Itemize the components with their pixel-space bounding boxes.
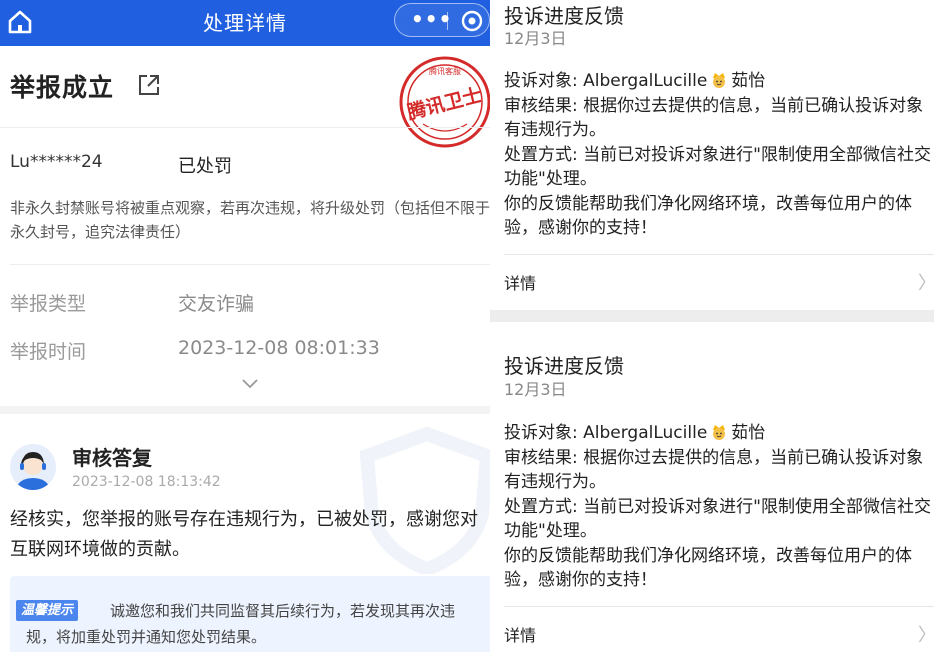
review-reply-title: 审核答复 — [72, 446, 152, 470]
feedback-divider — [504, 254, 934, 255]
record-target-icon[interactable] — [461, 10, 483, 32]
warm-tip-text: 诚邀您和我们共同监督其后续行为，若发现其再次违规，将加重处罚并通知您处罚结果。 — [26, 602, 456, 646]
report-result-title: 举报成立 — [10, 73, 115, 102]
agent-avatar-icon — [10, 444, 56, 490]
feedback-title: 投诉进度反馈 — [504, 354, 624, 378]
feedback-detail-link[interactable]: 详情 — [504, 622, 536, 646]
chevron-right-icon[interactable]: 〉 — [918, 621, 934, 647]
section-divider — [10, 264, 490, 265]
princess-emoji-icon — [713, 425, 726, 440]
mini-program-capsule: ••• — [394, 3, 490, 37]
chevron-right-icon[interactable]: 〉 — [918, 269, 934, 295]
capsule-divider — [447, 12, 448, 30]
top-navigation-bar: 处理详情 ••• — [0, 0, 490, 46]
feedback-thanks: 你的反馈能帮助我们净化网络环境，改善每位用户的体验，感谢你的支持！ — [504, 545, 912, 591]
punishment-notice: 非永久封禁账号将被重点观察，若再次违规，将升级处罚（包括但不限于永久封号，追究法… — [10, 199, 490, 241]
feedback-thanks: 你的反馈能帮助我们净化网络环境，改善每位用户的体验，感谢你的支持！ — [504, 193, 912, 239]
review-reply-text: 经核实，您举报的账号存在违规行为，已被处罚，感谢您对互联网环境做的贡献。 — [10, 509, 478, 560]
feedback-action: 处置方式: 当前已对投诉对象进行"限制使用全部微信社交功能"处理。 — [504, 144, 931, 190]
feedback-body: 投诉对象: AlbergalLucille 茹怡 审核结果: 根据你过去提供的信息… — [504, 69, 932, 241]
reported-account: Lu******24 — [10, 152, 103, 172]
customer-service-avatar — [10, 444, 56, 490]
punishment-status: 已处罚 — [178, 156, 232, 177]
svg-text:腾讯客服: 腾讯客服 — [429, 66, 461, 76]
princess-emoji-icon — [713, 73, 726, 88]
feedback-date: 12月3日 — [504, 380, 567, 399]
card-separator — [490, 310, 934, 322]
complaint-feedback-panel: 投诉进度反馈 12月3日 投诉对象: AlbergalLucille 茹怡 审核结… — [490, 0, 934, 652]
feedback-action: 处置方式: 当前已对投诉对象进行"限制使用全部微信社交功能"处理。 — [504, 496, 931, 542]
external-link-icon[interactable] — [136, 72, 162, 98]
section-gap — [0, 406, 490, 414]
feedback-card: 投诉进度反馈 12月3日 投诉对象: AlbergalLucille 茹怡 审核结… — [490, 322, 934, 652]
feedback-date: 12月3日 — [504, 29, 567, 48]
tencent-guard-stamp: 腾讯客服 腾讯卫士 — [399, 56, 490, 148]
feedback-body: 投诉对象: AlbergalLucille 茹怡 审核结果: 根据你过去提供的信息… — [504, 421, 932, 593]
report-result-card: 举报成立 腾讯客服 腾讯卫士 Lu******24 已处罚 非永久封禁账号将被重… — [0, 46, 490, 406]
section-divider — [0, 127, 490, 128]
feedback-result: 审核结果: 根据你过去提供的信息，当前已确认投诉对象有违规行为。 — [504, 447, 924, 493]
chevron-down-icon[interactable] — [241, 378, 259, 390]
warm-tip-badge: 温馨提示 — [16, 600, 79, 621]
svg-text:腾讯卫士: 腾讯卫士 — [404, 83, 484, 124]
feedback-target: 投诉对象: AlbergalLucille 茹怡 — [504, 423, 766, 443]
report-time-value: 2023-12-08 08:01:33 — [178, 337, 380, 359]
feedback-detail-link[interactable]: 详情 — [504, 270, 536, 294]
report-type-value: 交友诈骗 — [178, 293, 255, 315]
feedback-result: 审核结果: 根据你过去提供的信息，当前已确认投诉对象有违规行为。 — [504, 95, 924, 141]
report-detail-panel: 处理详情 ••• 举报成立 腾讯客服 腾讯卫士 Lu******24 已处罚 非… — [0, 0, 490, 652]
review-reply-time: 2023-12-08 18:13:42 — [72, 474, 221, 490]
report-time-label: 举报时间 — [10, 341, 87, 363]
report-type-label: 举报类型 — [10, 293, 87, 315]
review-reply-card: 审核答复 2023-12-08 18:13:42 经核实，您举报的账号存在违规行… — [0, 414, 490, 652]
feedback-target: 投诉对象: AlbergalLucille 茹怡 — [504, 71, 766, 91]
feedback-card: 投诉进度反馈 12月3日 投诉对象: AlbergalLucille 茹怡 审核结… — [490, 0, 934, 310]
feedback-divider — [504, 606, 934, 607]
